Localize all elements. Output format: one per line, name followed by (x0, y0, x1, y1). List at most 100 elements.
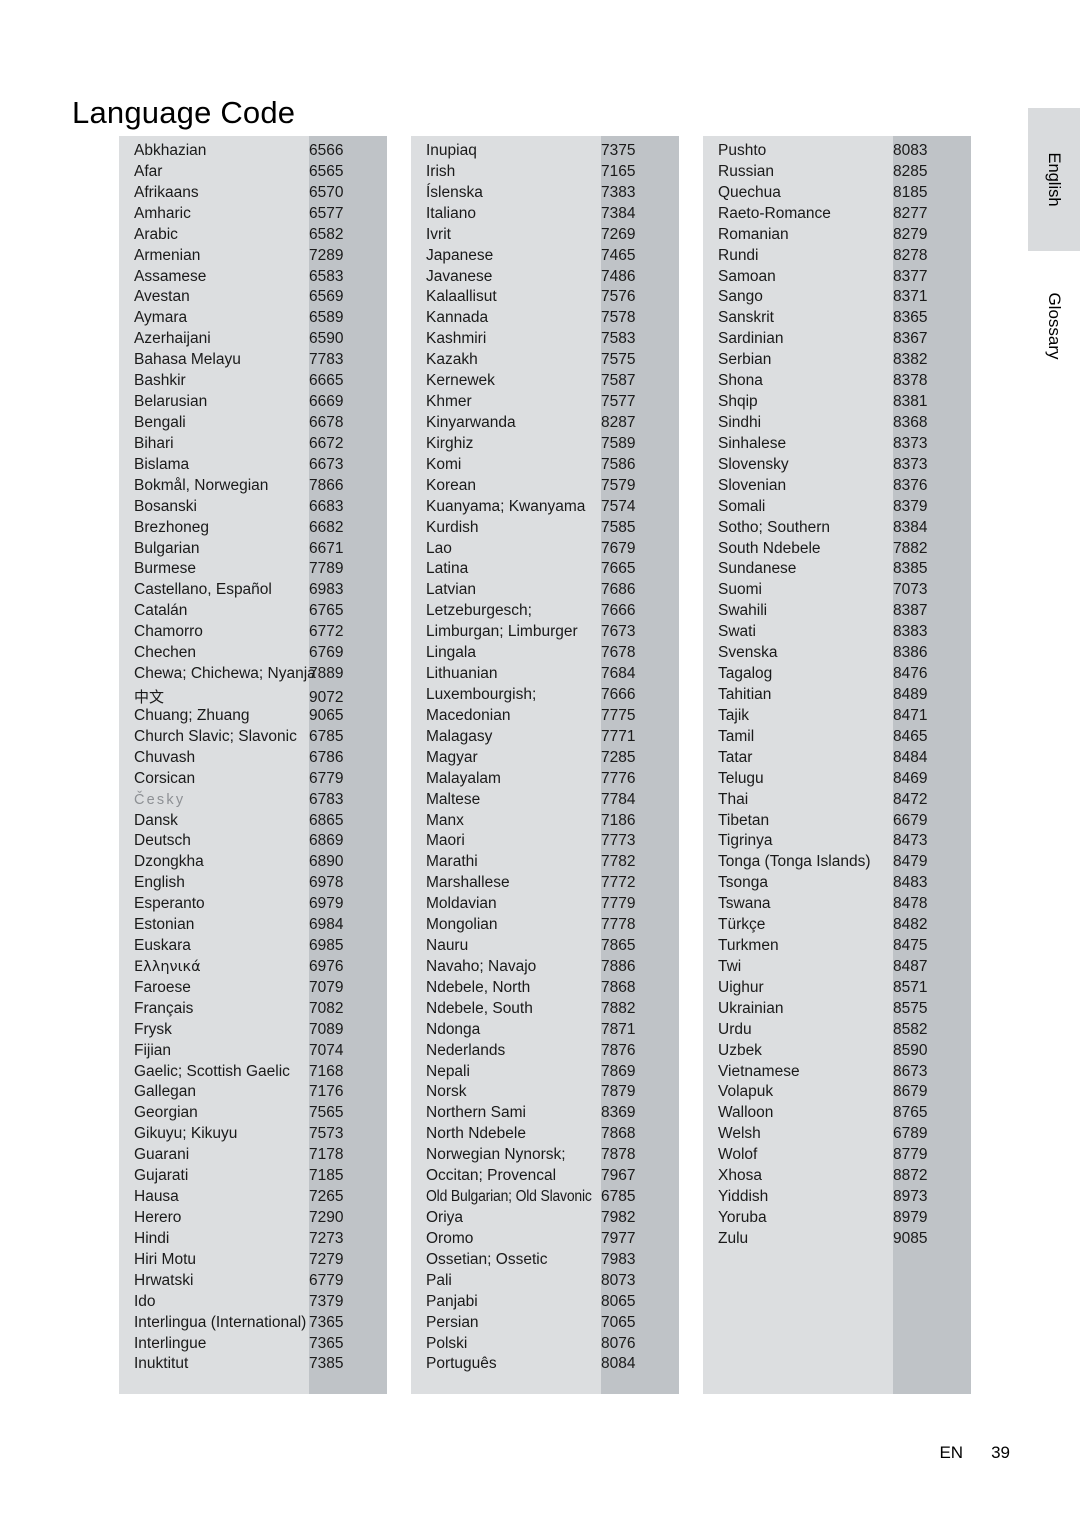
language-code: 6577 (309, 204, 344, 222)
table-row: Limburgan; Limburger 7673 (411, 623, 679, 644)
language-code: 6779 (309, 1271, 344, 1289)
language-code: 6683 (309, 497, 344, 515)
language-code: 7384 (601, 204, 636, 222)
language-code: 6678 (309, 413, 344, 431)
language-code: 7486 (601, 267, 636, 285)
table-row: Oromo 7977 (411, 1230, 679, 1251)
language-rows: Inupiaq 7375 Irish 7165 Íslenska 7383 Italiano… (411, 142, 679, 1376)
language-name: Latvian (426, 581, 476, 599)
table-row: Interlingue 7365 (119, 1335, 387, 1356)
language-code: 8471 (893, 706, 928, 724)
language-code: 7666 (601, 602, 636, 620)
language-code: 7585 (601, 518, 636, 536)
language-code: 6785 (601, 1188, 636, 1206)
language-code: 6979 (309, 895, 344, 913)
language-code: 8673 (893, 1062, 928, 1080)
table-row: Sinhalese 8373 (703, 435, 971, 456)
language-name: Somali (718, 497, 766, 515)
language-rows: Abkhazian 6566 Afar 6565 Afrikaans 6570 Amhari… (119, 142, 387, 1376)
language-code: 6765 (309, 602, 344, 620)
language-name: Česky (134, 791, 186, 808)
table-row: Sotho; Southern 8384 (703, 519, 971, 540)
language-code: 8083 (893, 142, 928, 159)
language-code: 9072 (309, 688, 344, 706)
language-name: Bislama (134, 455, 190, 473)
language-name: Kalaallisut (426, 288, 497, 306)
language-name: Bihari (134, 434, 174, 452)
table-row: Vietnamese 8673 (703, 1063, 971, 1084)
table-row: Marshallese 7772 (411, 874, 679, 895)
language-name: Tonga (Tonga Islands) (718, 853, 871, 871)
table-row: Tigrinya 8473 (703, 832, 971, 853)
language-code: 8365 (893, 309, 928, 327)
language-code: 7789 (309, 560, 344, 578)
empty-row (703, 1251, 971, 1272)
table-row: Dansk 6865 (119, 812, 387, 833)
table-row: Gujarati 7185 (119, 1167, 387, 1188)
table-row: Yoruba 8979 (703, 1209, 971, 1230)
language-code: 7365 (309, 1334, 344, 1352)
language-code: 8279 (893, 225, 928, 243)
language-code: 6589 (309, 309, 344, 327)
language-code: 6569 (309, 288, 344, 306)
language-name: Svenska (718, 644, 778, 662)
language-code: 8478 (893, 895, 928, 913)
language-name: Ndebele, South (426, 999, 533, 1017)
table-row: Français 7082 (119, 1000, 387, 1021)
table-row: Hiri Motu 7279 (119, 1251, 387, 1272)
table-row: Lingala 7678 (411, 644, 679, 665)
language-code: 6865 (309, 811, 344, 829)
language-name: Guarani (134, 1146, 190, 1164)
language-name: Raeto-Romance (718, 204, 831, 222)
language-name: Inupiaq (426, 142, 477, 159)
table-row: Pali 8073 (411, 1272, 679, 1293)
table-row: Manx 7186 (411, 812, 679, 833)
language-code: 7783 (309, 351, 344, 369)
table-row: Bulgarian 6671 (119, 540, 387, 561)
language-code: 7871 (601, 1020, 636, 1038)
language-name: Volapuk (718, 1083, 774, 1101)
language-name: Hindi (134, 1229, 170, 1247)
language-name: Maltese (426, 790, 481, 808)
language-name: Zulu (718, 1229, 749, 1247)
table-row: Armenian 7289 (119, 247, 387, 268)
language-name: Church Slavic; Slavonic (134, 727, 297, 745)
language-code: 7176 (309, 1083, 344, 1101)
table-row: Afar 6565 (119, 163, 387, 184)
language-code: 8487 (893, 957, 928, 975)
table-row: Thai 8472 (703, 791, 971, 812)
language-column-2: Inupiaq 7375 Irish 7165 Íslenska 7383 Italiano… (411, 136, 679, 1395)
table-row: Ndebele, South 7882 (411, 1000, 679, 1021)
table-row: Tamil 8465 (703, 728, 971, 749)
language-name: Ossetian; Ossetic (426, 1250, 548, 1268)
table-row: Javanese 7486 (411, 268, 679, 289)
language-name: Sango (718, 288, 763, 306)
table-row: Ukrainian 8575 (703, 1000, 971, 1021)
language-name: Arabic (134, 225, 178, 243)
language-name: Oromo (426, 1229, 474, 1247)
language-name: Dzongkha (134, 853, 204, 871)
language-code: 7074 (309, 1041, 344, 1059)
table-row: Guarani 7178 (119, 1146, 387, 1167)
table-row: Swahili 8387 (703, 602, 971, 623)
language-name: Marshallese (426, 874, 510, 892)
language-name: Latina (426, 560, 469, 578)
language-name: Bashkir (134, 372, 186, 390)
language-code: 7168 (309, 1062, 344, 1080)
language-code: 8872 (893, 1167, 928, 1185)
language-name: Occitan; Provencal (426, 1167, 557, 1185)
language-code: 8765 (893, 1104, 928, 1122)
language-name: Russian (718, 162, 774, 180)
table-row: Letzeburgesch; 7666 (411, 602, 679, 623)
language-name: Kannada (426, 309, 489, 327)
language-code: 8476 (893, 665, 928, 683)
table-row: Azerhaijani 6590 (119, 330, 387, 351)
table-row: Inupiaq 7375 (411, 142, 679, 163)
table-row: Turkmen 8475 (703, 937, 971, 958)
language-name: Samoan (718, 267, 776, 285)
table-row: Assamese 6583 (119, 268, 387, 289)
language-code: 6789 (893, 1125, 928, 1143)
language-code: 8473 (893, 832, 928, 850)
language-code: 8278 (893, 246, 928, 264)
language-code: 6565 (309, 162, 344, 180)
